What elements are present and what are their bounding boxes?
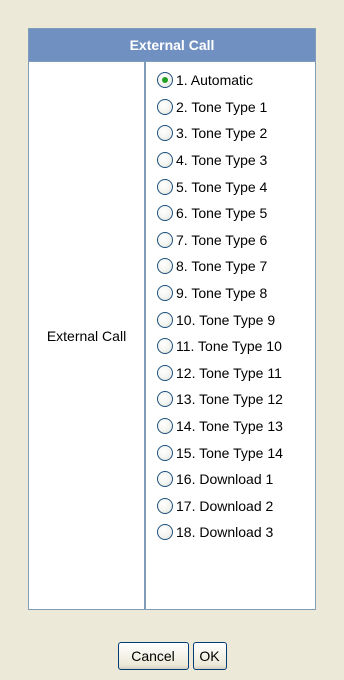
radio-button-icon[interactable] — [157, 98, 173, 115]
radio-button-icon[interactable] — [157, 391, 173, 408]
ringtone-option[interactable]: 18. Download 3 — [157, 519, 315, 546]
ringtone-option-label: 11. Tone Type 10 — [176, 338, 282, 355]
ringtone-option[interactable]: 15. Tone Type 14 — [157, 439, 315, 466]
ringtone-option[interactable]: 2. Tone Type 1 — [157, 94, 315, 121]
ringtone-option[interactable]: 16. Download 1 — [157, 466, 315, 493]
ringtone-option-label: 4. Tone Type 3 — [176, 152, 268, 169]
ringtone-option-label: 6. Tone Type 5 — [176, 205, 268, 222]
ringtone-option[interactable]: 12. Tone Type 11 — [157, 360, 315, 387]
radio-button-icon[interactable] — [157, 497, 173, 514]
ringtone-option-label: 5. Tone Type 4 — [176, 178, 268, 195]
ringtone-option-label: 12. Tone Type 11 — [176, 364, 282, 381]
radio-button-icon[interactable] — [157, 364, 173, 381]
radio-button-icon[interactable] — [157, 231, 173, 248]
radio-button-icon[interactable] — [157, 311, 173, 328]
ringtone-option[interactable]: 17. Download 2 — [157, 493, 315, 520]
radio-button-icon[interactable] — [157, 72, 173, 89]
radio-button-icon[interactable] — [157, 152, 173, 169]
panel-title: External Call — [29, 29, 315, 62]
ringtone-option-label: 16. Download 1 — [176, 471, 274, 488]
radio-button-icon[interactable] — [157, 285, 173, 302]
ringtone-option-label: 3. Tone Type 2 — [176, 125, 268, 142]
ringtone-option[interactable]: 6. Tone Type 5 — [157, 200, 315, 227]
ringtone-option[interactable]: 3. Tone Type 2 — [157, 120, 315, 147]
button-bar: Cancel OK — [0, 642, 344, 670]
radio-button-icon[interactable] — [157, 125, 173, 142]
radio-button-icon[interactable] — [157, 205, 173, 222]
ringtone-option[interactable]: 13. Tone Type 12 — [157, 386, 315, 413]
radio-button-icon[interactable] — [157, 338, 173, 355]
ringtone-option-label: 7. Tone Type 6 — [176, 231, 268, 248]
ringtone-option-label: 10. Tone Type 9 — [176, 311, 276, 328]
radio-button-icon[interactable] — [157, 418, 173, 435]
external-call-panel: External Call External Call 1. Automatic… — [28, 28, 316, 610]
ringtone-option-label: 17. Download 2 — [176, 497, 274, 514]
ringtone-option[interactable]: 14. Tone Type 13 — [157, 413, 315, 440]
ringtone-option[interactable]: 9. Tone Type 8 — [157, 280, 315, 307]
radio-button-icon[interactable] — [157, 471, 173, 488]
ringtone-option-label: 2. Tone Type 1 — [176, 98, 268, 115]
radio-selected-dot-icon — [162, 77, 168, 84]
ringtone-option-label: 8. Tone Type 7 — [176, 258, 268, 275]
ringtone-option[interactable]: 11. Tone Type 10 — [157, 333, 315, 360]
panel-body: External Call 1. Automatic 2. Tone Type 1… — [29, 62, 315, 610]
ringtone-option-label: 13. Tone Type 12 — [176, 391, 283, 408]
ringtone-option-label: 1. Automatic — [176, 72, 254, 89]
radio-button-icon[interactable] — [157, 178, 173, 195]
row-label: External Call — [29, 62, 146, 610]
ringtone-option-label: 9. Tone Type 8 — [176, 285, 268, 302]
ok-button[interactable]: OK — [192, 642, 227, 670]
radio-button-icon[interactable] — [157, 444, 173, 461]
radio-button-icon[interactable] — [157, 258, 173, 275]
ringtone-option[interactable]: 10. Tone Type 9 — [157, 306, 315, 333]
cancel-button[interactable]: Cancel — [117, 642, 189, 670]
ringtone-radio-group: 1. Automatic 2. Tone Type 1 3. Tone Type 2… — [146, 62, 315, 610]
radio-button-icon[interactable] — [157, 524, 173, 541]
ringtone-option[interactable]: 4. Tone Type 3 — [157, 147, 315, 174]
ringtone-option[interactable]: 5. Tone Type 4 — [157, 173, 315, 200]
ringtone-option[interactable]: 8. Tone Type 7 — [157, 253, 315, 280]
ringtone-option[interactable]: 7. Tone Type 6 — [157, 227, 315, 254]
ringtone-option-label: 14. Tone Type 13 — [176, 418, 283, 435]
ringtone-option-label: 18. Download 3 — [176, 524, 274, 541]
ringtone-option-label: 15. Tone Type 14 — [176, 444, 283, 461]
ringtone-option[interactable]: 1. Automatic — [157, 67, 315, 94]
